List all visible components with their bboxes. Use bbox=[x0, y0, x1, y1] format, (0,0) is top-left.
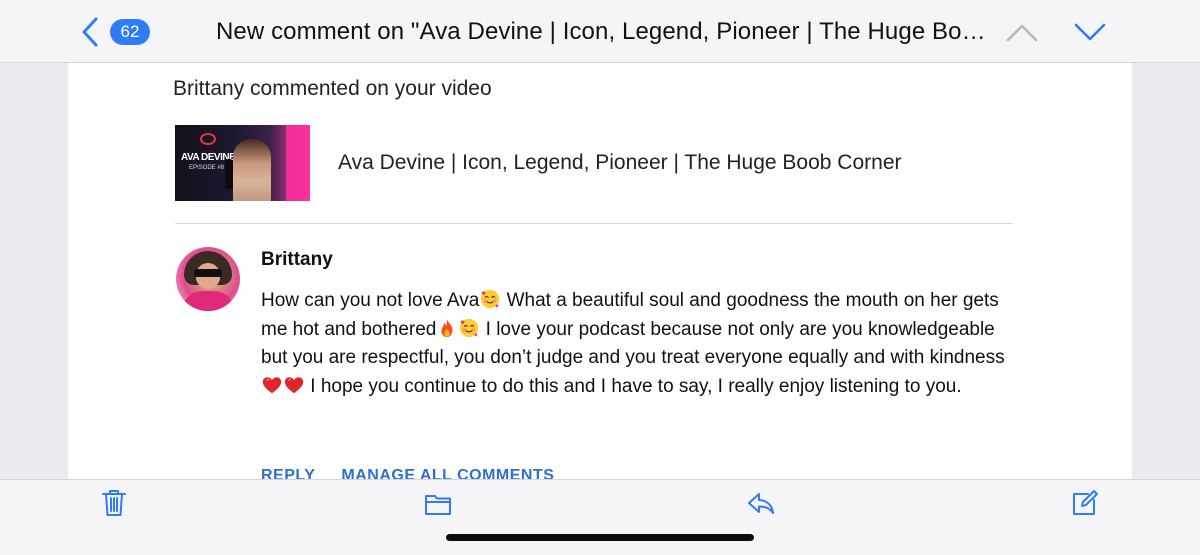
home-indicator bbox=[446, 534, 754, 541]
avatar-sunglasses bbox=[194, 269, 222, 277]
back-button[interactable] bbox=[76, 14, 104, 50]
smiling-face-with-hearts-emoji-icon bbox=[458, 317, 480, 339]
next-message-button[interactable] bbox=[1072, 18, 1108, 46]
red-heart-emoji-icon bbox=[283, 374, 305, 396]
trash-button[interactable] bbox=[100, 488, 128, 518]
smiling-face-with-hearts-emoji-icon bbox=[479, 288, 501, 310]
unread-count-badge[interactable]: 62 bbox=[110, 19, 150, 45]
comment-text: How can you not love Ava What a beautifu… bbox=[261, 287, 1021, 401]
previous-message-button[interactable] bbox=[1004, 18, 1040, 46]
reply-icon bbox=[748, 493, 774, 514]
comment-text-segment: I hope you continue to do this and I hav… bbox=[305, 375, 962, 397]
folder-icon bbox=[425, 495, 451, 515]
chevron-down-icon bbox=[1074, 23, 1106, 41]
move-to-folder-button[interactable] bbox=[423, 488, 453, 518]
reply-button[interactable] bbox=[746, 488, 776, 518]
microphone-icon bbox=[225, 159, 233, 189]
red-heart-emoji-icon bbox=[261, 374, 283, 396]
compose-icon bbox=[1073, 490, 1098, 515]
email-subject: New comment on "Ava Devine | Icon, Legen… bbox=[216, 18, 996, 45]
commenter-name: Brittany bbox=[261, 249, 333, 270]
thumbnail-guest bbox=[233, 139, 271, 201]
chevron-up-icon bbox=[1006, 24, 1038, 42]
trash-icon bbox=[102, 490, 126, 516]
avatar-shirt bbox=[182, 291, 234, 311]
podcast-logo-icon bbox=[200, 133, 216, 145]
fire-emoji-icon bbox=[436, 317, 458, 339]
thumbnail-light bbox=[286, 125, 310, 201]
video-title-link[interactable]: Ava Devine | Icon, Legend, Pioneer | The… bbox=[338, 151, 902, 175]
video-thumbnail[interactable]: AVA DEVINE EPISODE #8 bbox=[175, 125, 310, 201]
notification-headline: Brittany commented on your video bbox=[173, 77, 492, 100]
thumbnail-episode: EPISODE #8 bbox=[189, 165, 225, 171]
email-body: Brittany commented on your video AVA DEV… bbox=[68, 63, 1132, 484]
commenter-avatar bbox=[176, 247, 240, 311]
comment-text-segment: How can you not love Ava bbox=[261, 290, 480, 311]
compose-button[interactable] bbox=[1070, 488, 1100, 518]
mail-toolbar bbox=[0, 479, 1200, 555]
divider bbox=[175, 223, 1013, 224]
chevron-left-icon bbox=[82, 17, 98, 47]
mail-navigation-bar: 62 New comment on "Ava Devine | Icon, Le… bbox=[0, 0, 1200, 63]
